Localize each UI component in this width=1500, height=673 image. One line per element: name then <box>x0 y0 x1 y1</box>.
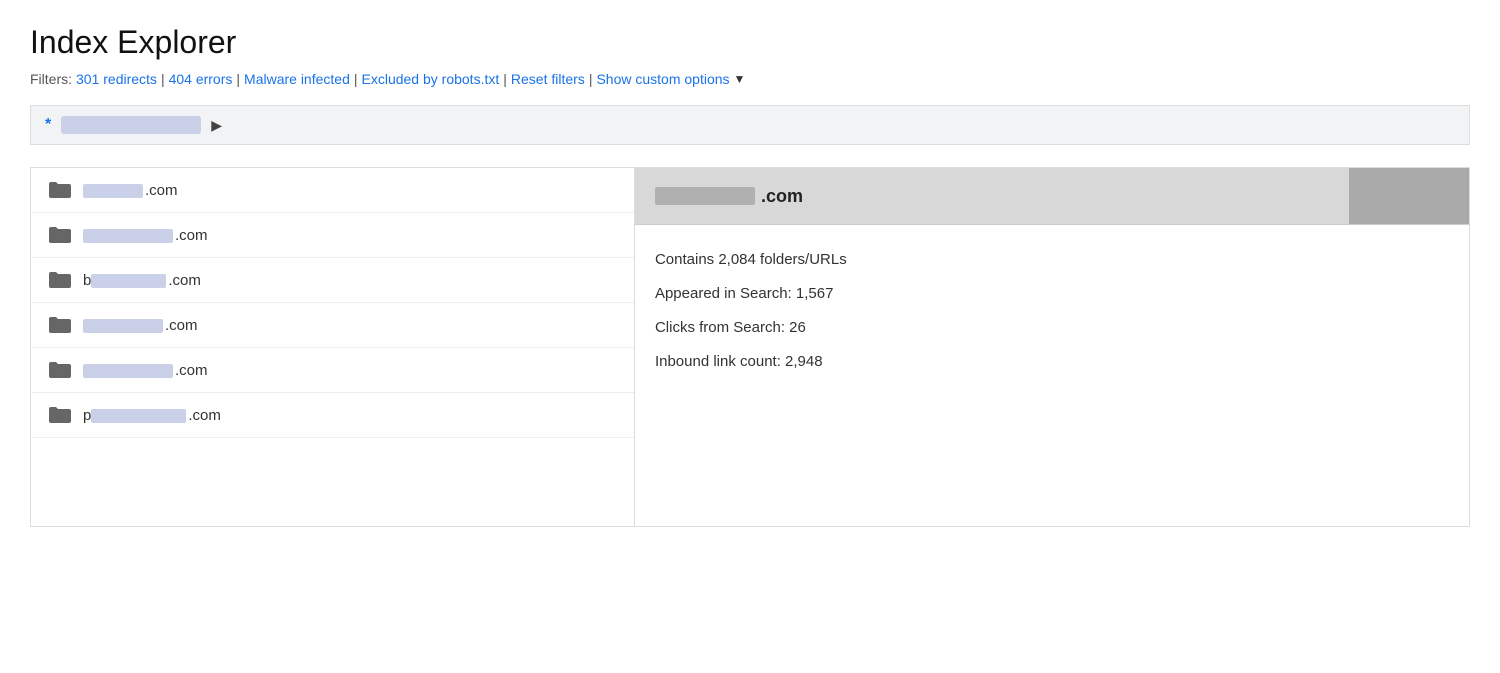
sep-3: | <box>354 71 358 87</box>
folder-icon <box>47 180 73 200</box>
detail-header-title: .com <box>655 186 803 207</box>
folder-icon <box>47 360 73 380</box>
list-item[interactable]: .com <box>31 213 634 258</box>
stat-folders: Contains 2,084 folders/URLs <box>655 245 1449 275</box>
detail-header: .com <box>635 168 1469 225</box>
dropdown-arrow-icon[interactable]: ▼ <box>734 72 746 86</box>
sep-5: | <box>589 71 593 87</box>
site-name: .com <box>83 317 198 334</box>
site-name: b.com <box>83 272 201 289</box>
list-item[interactable]: .com <box>31 303 634 348</box>
site-list: .com .com b.com <box>31 168 635 526</box>
folder-icon <box>47 405 73 425</box>
folder-icon <box>47 315 73 335</box>
site-name: .com <box>83 362 208 379</box>
breadcrumb-star: * <box>45 116 51 134</box>
filter-301-redirects[interactable]: 301 redirects <box>76 71 157 87</box>
breadcrumb-bar: * ▶ <box>30 105 1470 145</box>
stat-inbound: Inbound link count: 2,948 <box>655 347 1449 377</box>
list-item[interactable]: b.com <box>31 258 634 303</box>
filter-custom-options[interactable]: Show custom options <box>596 71 729 87</box>
filters-bar: Filters: 301 redirects | 404 errors | Ma… <box>30 71 1470 87</box>
folder-icon <box>47 270 73 290</box>
filter-404-errors[interactable]: 404 errors <box>169 71 233 87</box>
main-table: .com .com b.com <box>30 167 1470 527</box>
filter-reset[interactable]: Reset filters <box>511 71 585 87</box>
list-item[interactable]: p.com <box>31 393 634 438</box>
list-item[interactable]: .com <box>31 348 634 393</box>
site-name: .com <box>83 182 178 199</box>
site-name: p.com <box>83 407 221 424</box>
sep-4: | <box>503 71 507 87</box>
stat-clicks: Clicks from Search: 26 <box>655 313 1449 343</box>
detail-action-area[interactable] <box>1349 168 1469 224</box>
list-item[interactable]: .com <box>31 168 634 213</box>
filter-malware[interactable]: Malware infected <box>244 71 350 87</box>
detail-panel: .com Contains 2,084 folders/URLs Appeare… <box>635 168 1469 526</box>
filter-robots[interactable]: Excluded by robots.txt <box>362 71 500 87</box>
filters-label: Filters: <box>30 71 72 87</box>
sep-2: | <box>236 71 240 87</box>
site-name: .com <box>83 227 208 244</box>
page-title: Index Explorer <box>30 24 1470 61</box>
detail-body: Contains 2,084 folders/URLs Appeared in … <box>635 225 1469 401</box>
sep-1: | <box>161 71 165 87</box>
breadcrumb-domain-blur <box>61 116 201 134</box>
stat-appeared: Appeared in Search: 1,567 <box>655 279 1449 309</box>
domain-blur <box>655 187 755 205</box>
domain-suffix: .com <box>761 186 803 207</box>
breadcrumb-expand-arrow[interactable]: ▶ <box>211 117 222 134</box>
folder-icon <box>47 225 73 245</box>
